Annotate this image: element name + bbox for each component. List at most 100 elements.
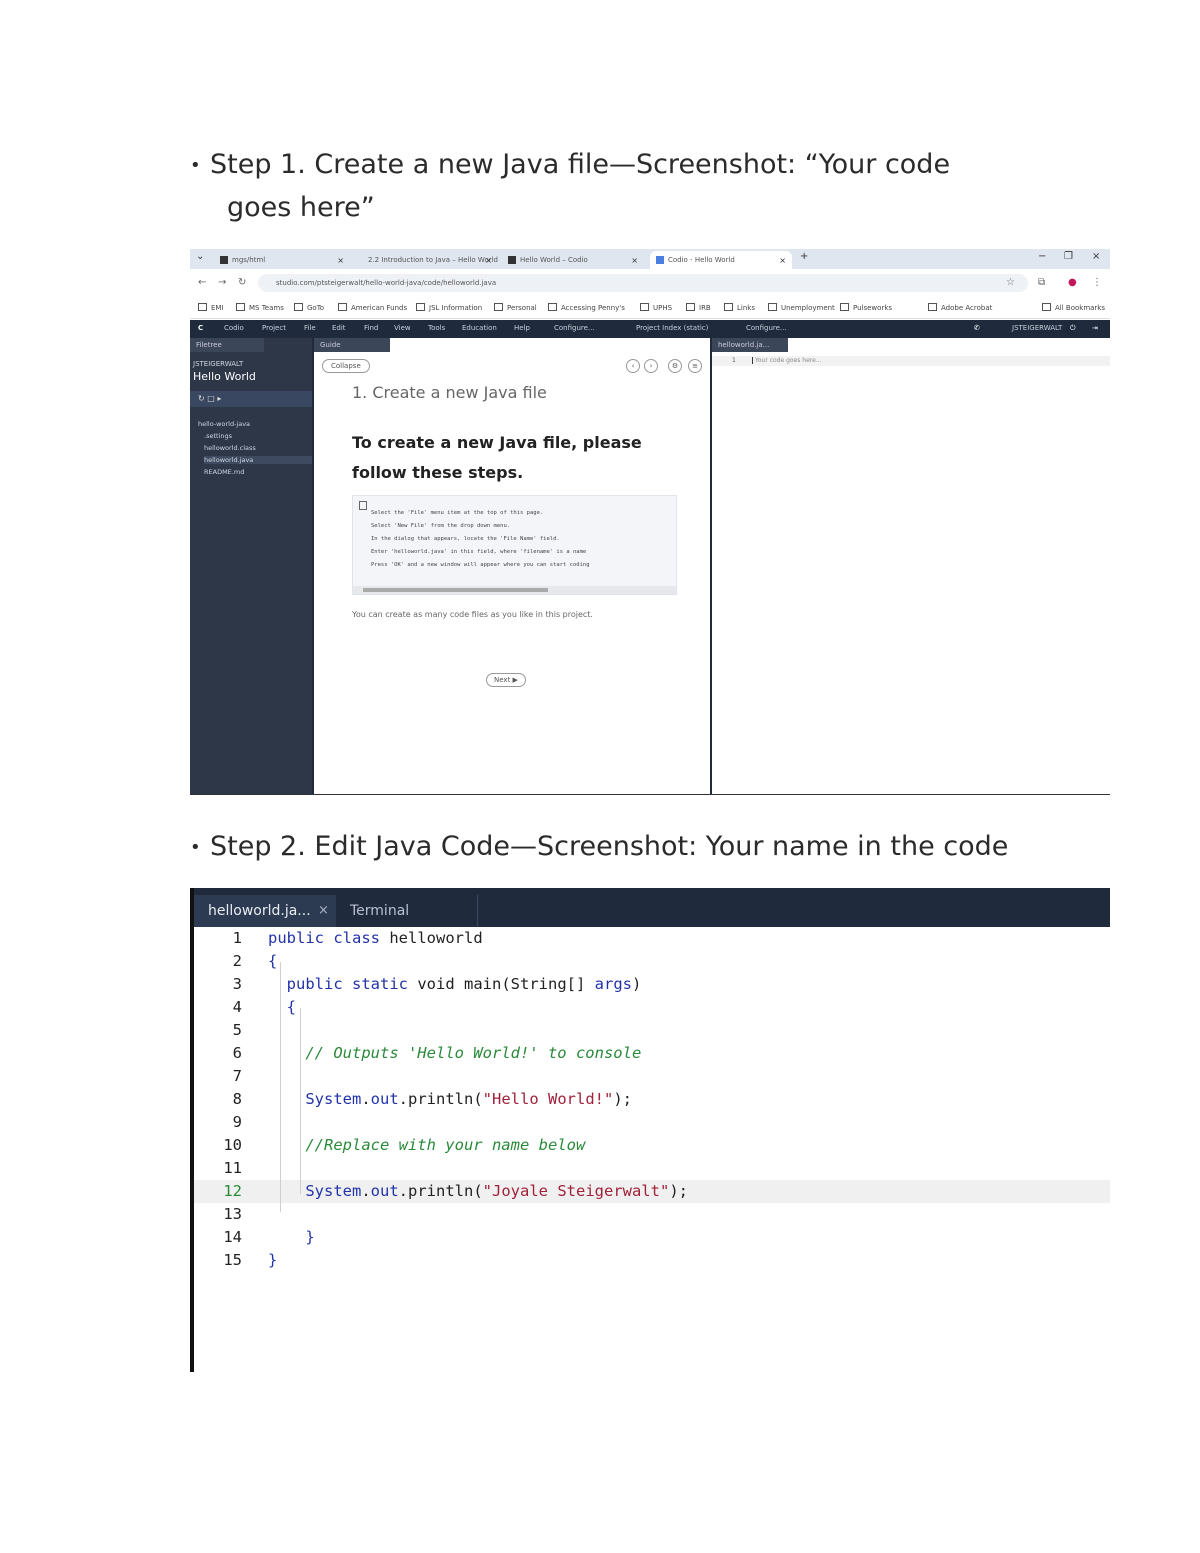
codio-logo-icon[interactable]: C [198, 324, 203, 332]
bookmark-folder[interactable]: IRB [686, 303, 711, 312]
tab-editor-file[interactable]: helloworld.ja... [712, 338, 788, 352]
bookmark-folder[interactable]: American Funds [338, 303, 407, 312]
extensions-icon[interactable]: ⧉ [1038, 277, 1045, 288]
bookmark-folder[interactable]: UPHS [640, 303, 672, 312]
file-tree-toolbar[interactable]: ↻ □ ▸ [190, 391, 312, 407]
bookmark-folder[interactable]: EMI [198, 303, 224, 312]
scrollbar-thumb[interactable] [363, 588, 548, 592]
menu-icon[interactable]: ≡ [688, 359, 702, 373]
menu-item[interactable]: Codio [224, 324, 244, 332]
browser-tab[interactable]: 2.2 Introduction to Java – Hello World × [358, 251, 498, 269]
configure-menu[interactable]: Configure... [554, 324, 595, 332]
back-icon[interactable]: ← [198, 277, 206, 288]
screenshot-code-editor: helloworld.ja... × Terminal 1 public clas… [190, 888, 1110, 1372]
code-line[interactable]: 11 [194, 1157, 1110, 1180]
minimize-icon[interactable]: − [1038, 251, 1046, 262]
close-icon[interactable]: × [779, 256, 786, 265]
all-bookmarks-folder[interactable]: All Bookmarks [1042, 303, 1105, 312]
new-tab-button[interactable]: + [800, 251, 808, 262]
phone-icon[interactable]: ✆ [974, 324, 980, 332]
bookmark-folder[interactable]: Pulseworks [840, 303, 892, 312]
code-line: Select 'New File' from the drop down men… [371, 523, 511, 529]
code-line[interactable]: 14 } [194, 1226, 1110, 1249]
code-line[interactable]: 8 System.out.println("Hello World!"); [194, 1088, 1110, 1111]
menu-item[interactable]: File [304, 324, 316, 332]
restore-icon[interactable]: ❐ [1064, 251, 1073, 262]
editor-placeholder[interactable]: Your code goes here... [752, 357, 822, 364]
browser-tab-active[interactable]: Codio - Hello World × [650, 251, 792, 269]
tab-helloworld-java[interactable]: helloworld.ja... × [194, 895, 336, 927]
code-text: public class helloworld [268, 927, 483, 950]
line-number: 6 [232, 1044, 242, 1062]
code-line[interactable]: 2{ [194, 950, 1110, 973]
menu-item[interactable]: Help [514, 324, 530, 332]
code-line[interactable]: 15} [194, 1249, 1110, 1272]
tree-item-selected[interactable]: helloworld.java [204, 456, 314, 464]
menu-item[interactable]: Project [262, 324, 286, 332]
star-icon[interactable]: ☆ [1006, 277, 1015, 288]
bookmark-folder[interactable]: GoTo [294, 303, 324, 312]
code-line[interactable]: 5 [194, 1019, 1110, 1042]
power-icon[interactable]: ⏻ [1070, 324, 1076, 333]
next-icon[interactable]: › [644, 359, 658, 373]
line-number: 15 [223, 1251, 242, 1269]
kebab-menu-icon[interactable]: ⋮ [1092, 277, 1102, 288]
copy-icon[interactable] [359, 501, 367, 510]
tree-item[interactable]: .settings [204, 432, 232, 440]
tab-terminal[interactable]: Terminal [336, 895, 478, 927]
project-index-menu[interactable]: Project Index (static) [636, 324, 708, 332]
bookmark-folder[interactable]: MS Teams [236, 303, 284, 312]
bookmark-folder[interactable]: Adobe Acrobat [928, 303, 992, 312]
close-icon[interactable]: × [485, 256, 492, 265]
bookmark-folder[interactable]: Links [724, 303, 755, 312]
tree-item[interactable]: helloworld.class [204, 444, 256, 452]
code-text: } [268, 1249, 277, 1272]
code-line[interactable]: 12 System.out.println("Joyale Steigerwal… [194, 1180, 1110, 1203]
tab-list-icon[interactable]: ⌄ [196, 251, 204, 262]
browser-tab[interactable]: mgs/html × [214, 251, 350, 269]
tree-item-folder[interactable]: hello-world-java [198, 420, 250, 428]
code-line[interactable]: 10 //Replace with your name below [194, 1134, 1110, 1157]
browser-tab[interactable]: Hello World – Codio × [502, 251, 644, 269]
tab-filetree[interactable]: Filetree [190, 338, 264, 352]
tab-guide[interactable]: Guide [314, 338, 390, 352]
bookmark-folder[interactable]: Unemployment [768, 303, 835, 312]
code-line[interactable]: 7 [194, 1065, 1110, 1088]
settings-icon[interactable]: ⚙ [668, 359, 682, 373]
line-number: 11 [223, 1159, 242, 1177]
close-icon[interactable]: × [337, 256, 344, 265]
code-line[interactable]: 1 public class helloworld [194, 927, 1110, 950]
code-line[interactable]: 4 { [194, 996, 1110, 1019]
bookmark-folder[interactable]: JSL Information [416, 303, 482, 312]
close-icon[interactable]: × [318, 895, 329, 927]
line-number: 10 [223, 1136, 242, 1154]
tree-item[interactable]: README.md [204, 468, 244, 476]
configure-menu-2[interactable]: Configure... [746, 324, 787, 332]
line-number: 14 [223, 1228, 242, 1246]
code-line[interactable]: 9 [194, 1111, 1110, 1134]
collapse-button[interactable]: Collapse [322, 359, 370, 373]
close-icon[interactable]: × [631, 256, 638, 265]
menu-item[interactable]: Find [364, 324, 378, 332]
reload-icon[interactable]: ↻ [238, 277, 246, 288]
profile-avatar[interactable]: ● [1068, 277, 1077, 288]
menu-item[interactable]: Edit [332, 324, 346, 332]
next-button[interactable]: Next ▶ [486, 673, 526, 687]
menu-item[interactable]: Tools [428, 324, 445, 332]
line-number: 4 [232, 998, 242, 1016]
menu-item[interactable]: Education [462, 324, 497, 332]
code-line[interactable]: 6 // Outputs 'Hello World!' to console [194, 1042, 1110, 1065]
bookmark-folder[interactable]: Accessing Penny's [548, 303, 625, 312]
forward-icon[interactable]: → [218, 277, 226, 288]
logout-icon[interactable]: ⇥ [1092, 324, 1098, 332]
bookmark-folder[interactable]: Personal [494, 303, 537, 312]
line-number: 1 [232, 929, 242, 947]
prev-icon[interactable]: ‹ [626, 359, 640, 373]
code-line[interactable]: 3 public static void main(String[] args) [194, 973, 1110, 996]
user-label[interactable]: JSTEIGERWALT [1012, 324, 1062, 332]
code-line[interactable]: 13 [194, 1203, 1110, 1226]
menu-item[interactable]: View [394, 324, 411, 332]
horizontal-scrollbar[interactable] [353, 586, 676, 594]
close-window-icon[interactable]: × [1092, 251, 1100, 262]
url-input[interactable]: studio.com/ptsteigerwalt/hello-world-jav… [258, 274, 1028, 292]
